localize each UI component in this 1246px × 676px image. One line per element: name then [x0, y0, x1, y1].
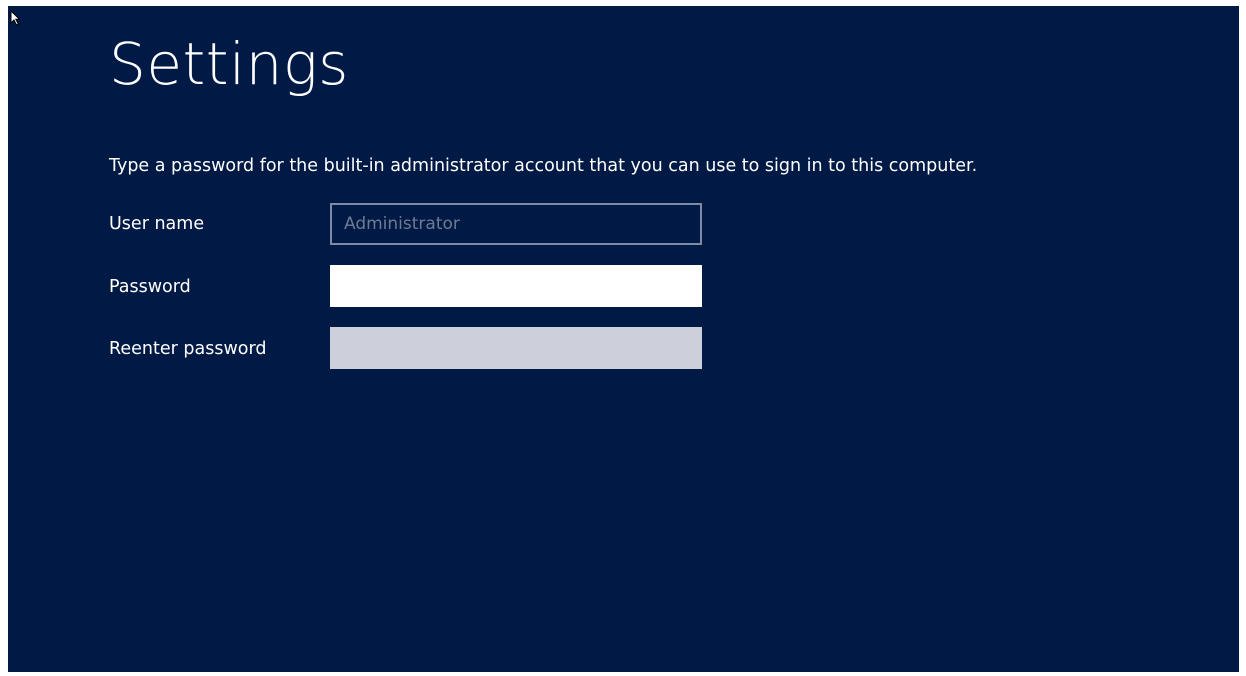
mouse-pointer-icon: [10, 10, 20, 26]
instruction-text: Type a password for the built-in adminis…: [109, 156, 978, 176]
username-field: [330, 203, 702, 245]
username-label: User name: [109, 214, 205, 234]
password-label: Password: [109, 277, 191, 297]
setup-screen: Settings Type a password for the built-i…: [8, 6, 1239, 672]
page-title: Settings: [109, 30, 349, 98]
reenter-password-field[interactable]: [330, 327, 702, 369]
password-field[interactable]: [330, 265, 702, 307]
reenter-password-label: Reenter password: [109, 339, 267, 359]
